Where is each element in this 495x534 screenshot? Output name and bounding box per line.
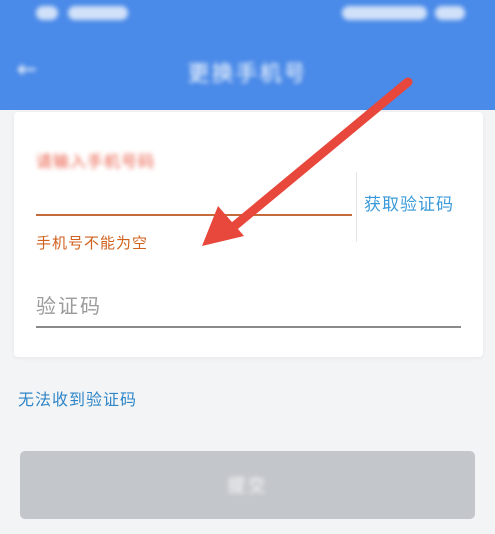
- divider: [356, 172, 357, 242]
- clock-icon: [435, 6, 465, 20]
- status-left-icons: [36, 6, 128, 20]
- app-header: ← 更换手机号: [0, 34, 495, 110]
- status-right-icons: [342, 6, 465, 20]
- page-title: 更换手机号: [187, 62, 308, 87]
- status-bar: [0, 0, 495, 34]
- phone-input-value[interactable]: 请输入手机号码: [36, 148, 155, 172]
- submit-button[interactable]: 提交: [20, 451, 475, 519]
- carrier-icon: [68, 6, 128, 20]
- signal-icon: [36, 6, 58, 20]
- get-code-button[interactable]: 获取验证码: [364, 190, 454, 215]
- phone-input-underline: [36, 214, 352, 216]
- cannot-receive-code-link[interactable]: 无法收到验证码: [18, 386, 137, 410]
- form-card: 请输入手机号码 获取验证码 手机号不能为空: [14, 112, 483, 357]
- battery-icon: [342, 6, 427, 20]
- verification-code-input[interactable]: [36, 287, 461, 325]
- phone-error-message: 手机号不能为空: [36, 234, 149, 252]
- submit-label: 提交: [227, 476, 268, 497]
- code-input-underline: [36, 326, 461, 328]
